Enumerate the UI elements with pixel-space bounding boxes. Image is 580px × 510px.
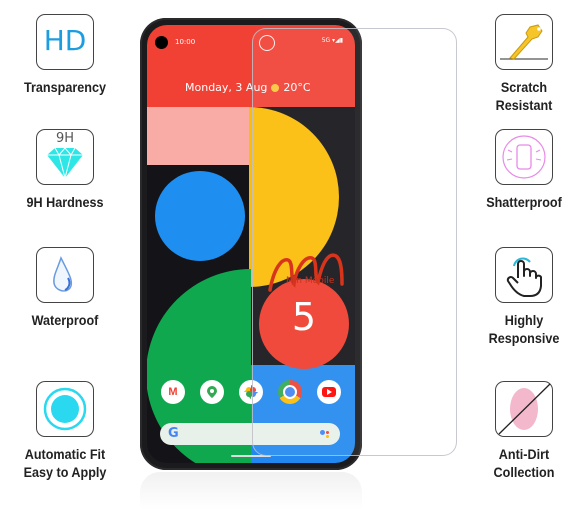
- key-icon: [495, 14, 553, 70]
- feature-transparency: HD Transparency: [0, 14, 130, 96]
- fingerprint-crossed-icon: [495, 381, 553, 437]
- gmail-icon[interactable]: M: [161, 380, 185, 404]
- feature-shatterproof: Shatterproof: [459, 129, 580, 211]
- drop-shape: [53, 256, 73, 292]
- feature-label: Waterproof: [31, 312, 99, 328]
- feature-label: Automatic Fit Easy to Apply: [23, 446, 107, 480]
- feature-label: Shatterproof: [486, 194, 562, 210]
- circle-shape: [43, 387, 87, 431]
- touch-hand-icon: [495, 247, 553, 303]
- shatter-shape: [502, 135, 546, 179]
- fingerprint-shape: [498, 383, 551, 435]
- diamond-icon: 9H: [36, 129, 94, 185]
- diamond-shape: [47, 147, 83, 180]
- wallpaper-pink-band: [147, 107, 249, 165]
- feature-highly-responsive: Highly Responsive: [459, 247, 580, 347]
- feature-scratch-resistant: Scratch Resistant: [459, 14, 580, 114]
- feature-waterproof: Waterproof: [0, 247, 130, 329]
- feature-label: Transparency: [24, 79, 106, 95]
- watermark-text: Min Mobile: [286, 276, 335, 286]
- shaking-phone-icon: [495, 129, 553, 185]
- feature-label: Scratch Resistant: [495, 79, 553, 113]
- feature-label: 9H Hardness: [26, 194, 104, 210]
- status-time: 10:00: [175, 38, 196, 46]
- feature-label: Anti-Dirt Collection: [493, 446, 555, 480]
- front-camera: [155, 36, 168, 49]
- google-g-icon: G: [168, 426, 179, 441]
- screen-protector-glass: [252, 28, 457, 456]
- maps-icon[interactable]: [200, 380, 224, 404]
- key-shape: [500, 24, 548, 60]
- feature-automatic-fit: Automatic Fit Easy to Apply: [0, 381, 130, 481]
- hd-icon: HD: [36, 14, 94, 70]
- water-drop-icon: [36, 247, 94, 303]
- target-circle-icon: [36, 381, 94, 437]
- feature-anti-dirt: Anti-Dirt Collection: [459, 381, 580, 481]
- feature-9h-hardness: 9H 9H Hardness: [0, 129, 130, 211]
- phone-reflection: [140, 472, 362, 510]
- feature-label: Highly Responsive: [488, 312, 560, 346]
- camera-cutout: [259, 35, 275, 51]
- hand-shape: [506, 257, 542, 297]
- min-mobile-logo: [268, 253, 344, 292]
- wallpaper-blue-circle: [155, 171, 245, 261]
